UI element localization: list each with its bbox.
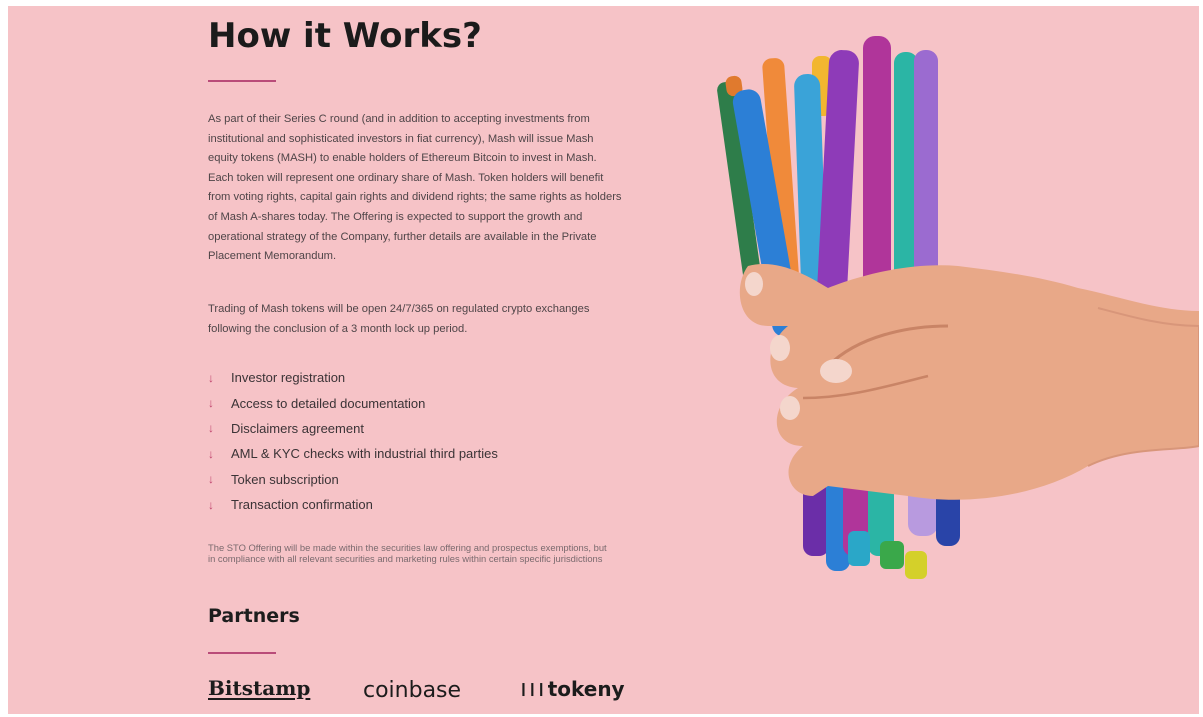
arrow-down-icon: ↓ bbox=[208, 396, 214, 411]
step-item: ↓ Transaction confirmation bbox=[208, 492, 498, 517]
step-label: Investor registration bbox=[231, 370, 346, 386]
step-label: Token subscription bbox=[231, 471, 339, 487]
coinbase-logo[interactable]: coinbase bbox=[363, 678, 461, 703]
partners-title: Partners bbox=[208, 605, 300, 627]
step-item: ↓ Access to detailed documentation bbox=[208, 390, 498, 415]
step-label: Access to detailed documentation bbox=[231, 395, 426, 411]
partners-underline bbox=[208, 652, 276, 654]
arrow-down-icon: ↓ bbox=[208, 421, 214, 436]
tokeny-wordmark: tokeny bbox=[547, 677, 625, 701]
step-label: AML & KYC checks with industrial third p… bbox=[231, 446, 498, 462]
step-label: Transaction confirmation bbox=[231, 497, 373, 513]
sto-disclaimer: The STO Offering will be made within the… bbox=[208, 542, 607, 564]
arrow-down-icon: ↓ bbox=[208, 370, 214, 385]
step-item: ↓ Disclaimers agreement bbox=[208, 416, 498, 441]
hand-icon bbox=[739, 264, 1199, 500]
arrow-down-icon: ↓ bbox=[208, 472, 214, 487]
how-it-works-section: How it Works? As part of their Series C … bbox=[8, 6, 1199, 714]
step-item: ↓ Token subscription bbox=[208, 467, 498, 492]
arrow-down-icon: ↓ bbox=[208, 497, 214, 512]
page-title: How it Works? bbox=[208, 16, 482, 56]
step-label: Disclaimers agreement bbox=[231, 420, 364, 436]
step-item: ↓ Investor registration bbox=[208, 365, 498, 390]
tokeny-logo[interactable]: ❙❙❙ tokeny bbox=[518, 677, 625, 701]
hand-holding-pens-photo bbox=[717, 36, 1199, 579]
title-underline bbox=[208, 80, 276, 82]
bitstamp-logo[interactable]: Bitstamp bbox=[208, 676, 310, 700]
steps-list: ↓ Investor registration ↓ Access to detail… bbox=[208, 365, 498, 517]
intro-paragraph: As part of their Series C round (and in … bbox=[208, 113, 622, 263]
step-item: ↓ AML & KYC checks with industrial third … bbox=[208, 441, 498, 466]
trading-paragraph: Trading of Mash tokens will be open 24/7… bbox=[208, 303, 590, 335]
tokeny-mark-icon: ❙❙❙ bbox=[518, 681, 547, 697]
arrow-down-icon: ↓ bbox=[208, 446, 214, 461]
